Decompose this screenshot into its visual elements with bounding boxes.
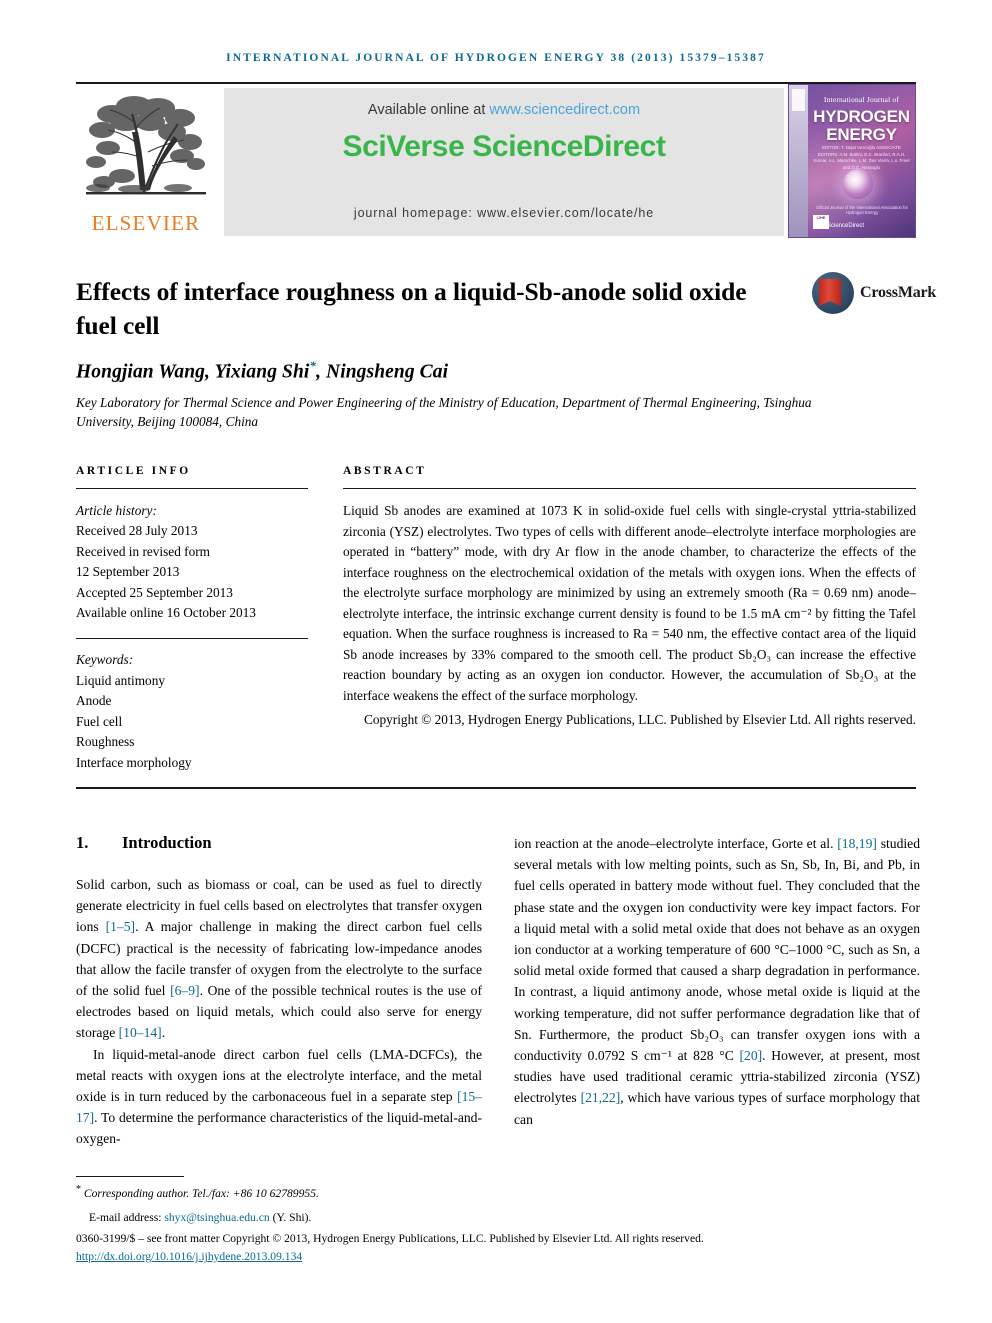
body-paragraph: In liquid-metal-anode direct carbon fuel… <box>76 1046 482 1147</box>
article-info-rule <box>76 488 308 489</box>
cover-sciencedirect-mark: ScienceDirect <box>827 223 865 229</box>
journal-running-head: International Journal of Hydrogen Energy… <box>226 52 766 64</box>
history-item: Received in revised form <box>76 543 211 559</box>
author-names: Hongjian Wang, Yixiang Shi <box>76 361 310 383</box>
abstract-text: Liquid Sb anodes are examined at 1073 K … <box>343 503 916 703</box>
doi-link[interactable]: http://dx.doi.org/10.1016/j.ijhydene.201… <box>76 1250 921 1263</box>
section-title: Introduction <box>122 833 212 852</box>
keyword-item: Liquid antimony <box>76 672 166 688</box>
history-item: Available online 16 October 2013 <box>76 605 256 621</box>
author-names-tail: , Ningsheng Cai <box>316 361 449 383</box>
page-title: Effects of interface roughness on a liqu… <box>76 277 747 340</box>
footnote-rule <box>76 1176 184 1177</box>
keyword-item: Interface morphology <box>76 754 192 770</box>
corresponding-author-text: Corresponding author. Tel./fax: +86 10 6… <box>83 1186 319 1200</box>
body-columns: 1. Introduction Solid carbon, such as bi… <box>76 833 921 1153</box>
article-info-label: Article info <box>76 465 191 477</box>
keywords-list: Keywords: Liquid antimony Anode Fuel cel… <box>76 650 308 773</box>
sciencedirect-url-link[interactable]: www.sciencedirect.com <box>489 102 640 118</box>
history-item: Received 28 July 2013 <box>76 523 198 539</box>
keyword-item: Roughness <box>76 734 135 750</box>
article-history-label: Article history: <box>76 503 157 518</box>
issn-copyright-line: 0360-3199/$ – see front matter Copyright… <box>76 1232 704 1246</box>
abstract-copyright: Copyright © 2013, Hydrogen Energy Public… <box>363 712 916 728</box>
available-online-prefix: Available online at <box>367 102 490 118</box>
keyword-item: Fuel cell <box>76 713 123 729</box>
corresponding-author-note: * Corresponding author. Tel./fax: +86 10… <box>76 1182 921 1204</box>
section-number: 1. <box>76 833 89 852</box>
abstract-rule <box>343 488 916 489</box>
citation-link[interactable]: [15–17] <box>76 1089 482 1125</box>
info-abstract-section: Article info Article history: Received 2… <box>76 465 916 789</box>
cover-journal-prefix: International Journal of <box>823 95 900 104</box>
citation-link[interactable]: [10–14] <box>119 1025 162 1040</box>
section-heading-introduction: 1. Introduction <box>76 833 482 853</box>
author-affiliation: Key Laboratory for Thermal Science and P… <box>76 394 812 430</box>
cover-title-hydrogen: HYDROGEN <box>813 107 910 126</box>
citation-link[interactable]: [20] <box>740 1048 763 1063</box>
keywords-rule <box>76 637 308 640</box>
journal-cover-image: International Journal of HYDROGEN ENERGY… <box>788 84 916 238</box>
author-list: Hongjian Wang, Yixiang Shi*, Ningsheng C… <box>76 358 836 384</box>
email-label: E-mail address: <box>89 1210 165 1224</box>
keyword-item: Anode <box>76 693 112 709</box>
elsevier-wordmark: ELSEVIER <box>91 211 201 235</box>
crossmark-badge[interactable]: CrossMark <box>812 270 936 316</box>
cover-editors-text: EDITOR: T. Nejat Veziroğlu ASSOCIATE EDI… <box>813 145 910 170</box>
keywords-label: Keywords: <box>76 652 134 668</box>
elsevier-logo: ELSEVIER <box>76 92 216 238</box>
cover-title-energy: ENERGY <box>826 125 897 144</box>
history-item: 12 September 2013 <box>76 564 180 580</box>
info-abstract-bottom-rule <box>76 787 916 789</box>
cover-spine <box>789 85 808 237</box>
citation-link[interactable]: [6–9] <box>170 983 199 998</box>
body-column-left: 1. Introduction Solid carbon, such as bi… <box>76 833 482 1153</box>
title-block: Effects of interface roughness on a liqu… <box>76 258 936 359</box>
body-paragraph: ion reaction at the anode–electrolyte in… <box>514 836 921 1127</box>
crossmark-label: CrossMark <box>860 284 937 301</box>
cover-association-note: Official Journal of the International As… <box>816 205 908 215</box>
available-online-line: Available online at www.sciencedirect.co… <box>224 102 784 118</box>
email-note: E-mail address: shyx@tsinghua.edu.cn (Y.… <box>76 1209 921 1228</box>
email-link[interactable]: shyx@tsinghua.edu.cn <box>164 1211 269 1224</box>
cover-elsevier-mark-icon <box>792 89 805 111</box>
abstract-column: Abstract Liquid Sb anodes are examined a… <box>343 465 916 773</box>
article-history: Article history: Received 28 July 2013 R… <box>76 501 308 624</box>
masthead: ELSEVIER Available online at www.science… <box>76 82 916 240</box>
citation-link[interactable]: [21,22] <box>581 1090 621 1105</box>
body-column-right: ion reaction at the anode–electrolyte in… <box>514 833 920 1153</box>
body-paragraph: Solid carbon, such as biomass or coal, c… <box>76 877 483 1041</box>
cover-orb-decoration <box>843 169 873 199</box>
journal-homepage-line: journal homepage: www.elsevier.com/locat… <box>353 206 655 220</box>
email-suffix: (Y. Shi). <box>269 1210 312 1224</box>
footnote-asterisk-icon: * <box>76 1184 81 1195</box>
article-info-column: Article info Article history: Received 2… <box>76 465 308 773</box>
elsevier-tree-icon <box>82 92 210 204</box>
citation-link[interactable]: [18,19] <box>837 836 877 851</box>
abstract-label: Abstract <box>343 465 427 477</box>
history-item: Accepted 25 September 2013 <box>76 584 233 600</box>
authors-block: Hongjian Wang, Yixiang Shi*, Ningsheng C… <box>76 358 836 432</box>
sciverse-sciencedirect-wordmark: SciVerse ScienceDirect <box>342 130 666 163</box>
footnote-block: * Corresponding author. Tel./fax: +86 10… <box>76 1176 921 1263</box>
citation-link[interactable]: [1–5] <box>106 919 135 934</box>
sciencedirect-banner: Available online at www.sciencedirect.co… <box>224 88 784 236</box>
